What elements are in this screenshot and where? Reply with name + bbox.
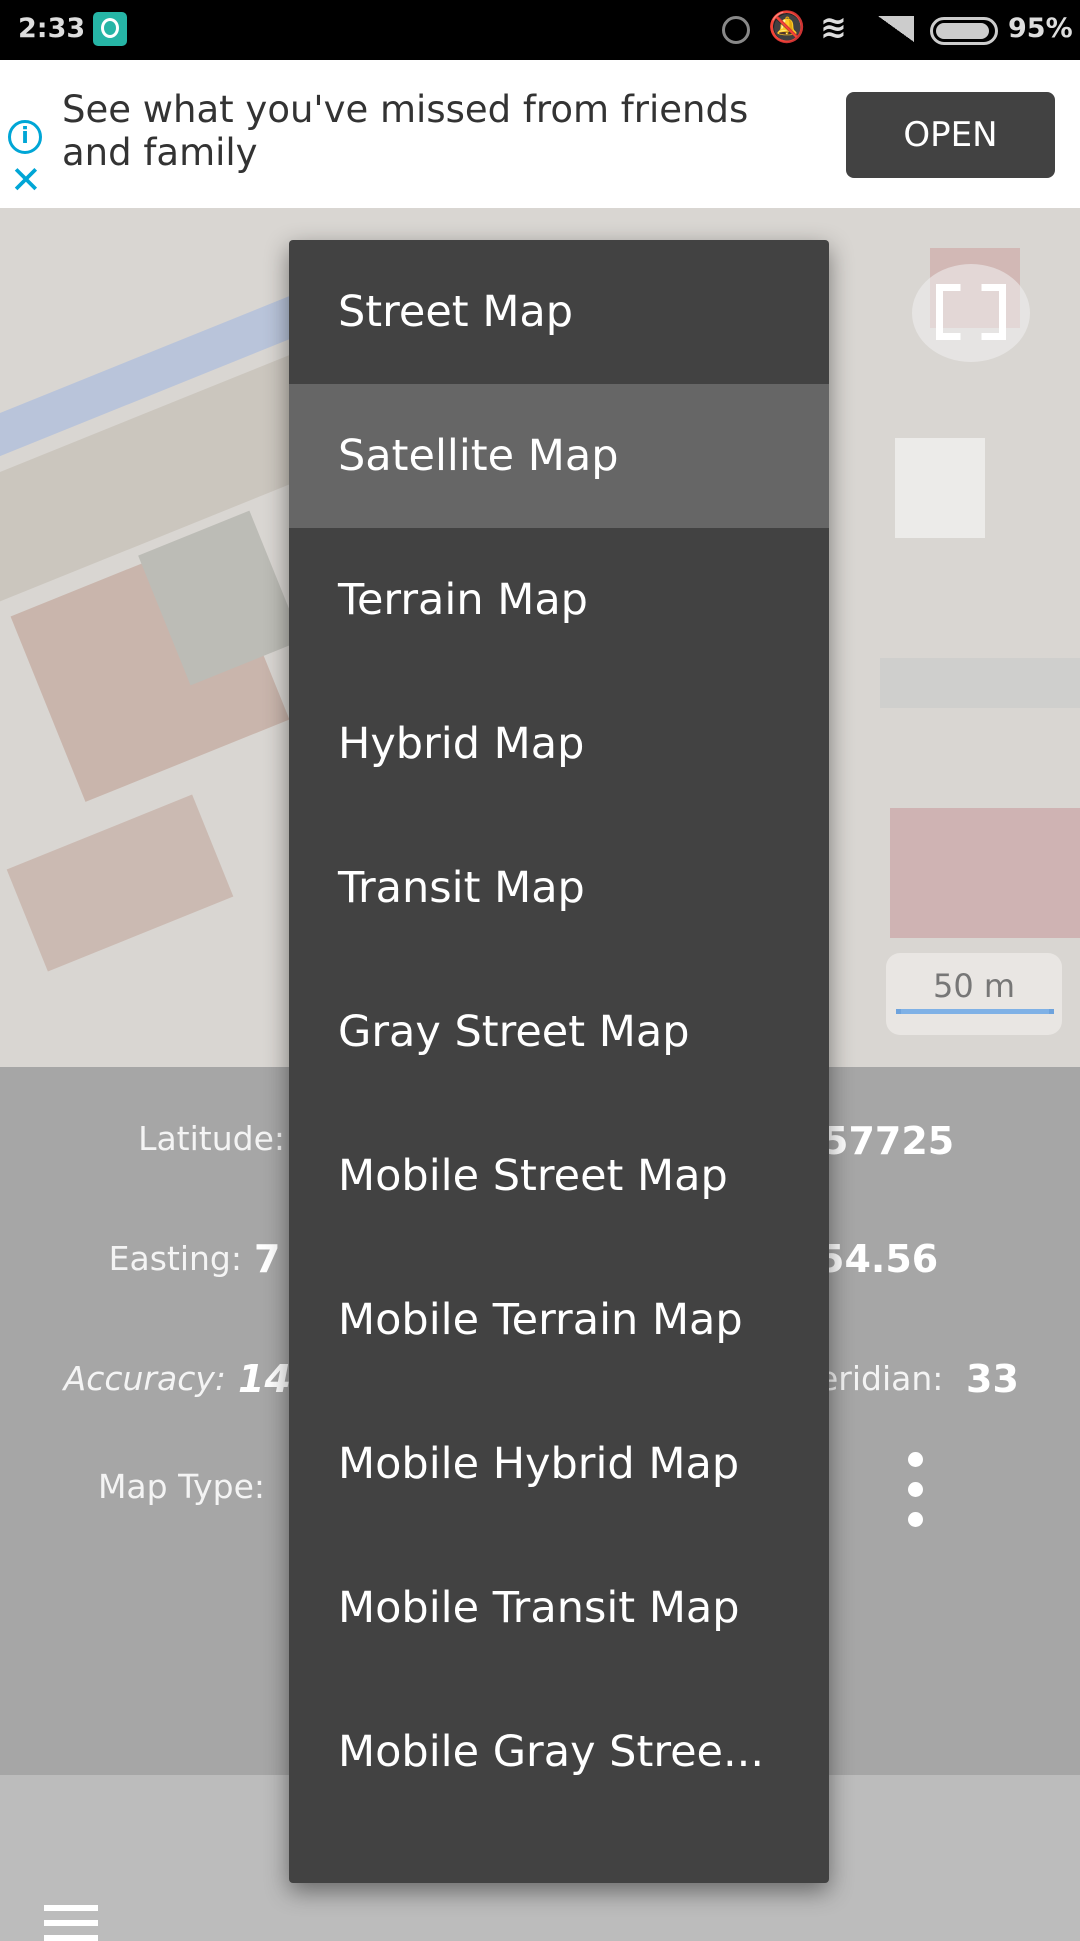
status-time: 2:33: [18, 13, 86, 44]
info-icon[interactable]: i: [8, 120, 42, 154]
hamburger-menu-icon[interactable]: [44, 1905, 98, 1941]
meridian-label: eridian:: [818, 1359, 944, 1398]
more-options-icon[interactable]: [904, 1452, 928, 1532]
meridian-value: 33: [966, 1357, 1019, 1401]
signal-icon: [878, 16, 914, 42]
easting-value: 7: [254, 1237, 281, 1281]
easting-label: Easting:: [108, 1239, 242, 1278]
latitude-value: 57725: [822, 1119, 955, 1163]
menu-item-street-map[interactable]: Street Map: [289, 240, 829, 384]
menu-item-transit-map[interactable]: Transit Map: [289, 816, 829, 960]
map-type-dropdown-menu[interactable]: Street Map Satellite Map Terrain Map Hyb…: [289, 240, 829, 1883]
close-icon[interactable]: ✕: [10, 158, 42, 202]
mute-icon: 🔕: [768, 10, 806, 45]
fullscreen-icon: [936, 284, 1006, 340]
wifi-icon: ≋: [820, 8, 847, 46]
battery-icon: [930, 17, 998, 45]
menu-item-mobile-street-map[interactable]: Mobile Street Map: [289, 1104, 829, 1248]
menu-item-gray-street-map[interactable]: Gray Street Map: [289, 960, 829, 1104]
menu-item-mobile-terrain-map[interactable]: Mobile Terrain Map: [289, 1248, 829, 1392]
app-notification-icon: [93, 12, 127, 46]
menu-item-mobile-transit-map[interactable]: Mobile Transit Map: [289, 1536, 829, 1680]
ad-banner[interactable]: i ✕ See what you've missed from friends …: [0, 60, 1080, 208]
status-bar: 2:33 🔕 ≋ 95%: [0, 0, 1080, 60]
menu-item-terrain-map[interactable]: Terrain Map: [289, 528, 829, 672]
map-type-label: Map Type:: [97, 1467, 265, 1506]
menu-item-satellite-map[interactable]: Satellite Map: [289, 384, 829, 528]
menu-item-mobile-hybrid-map[interactable]: Mobile Hybrid Map: [289, 1392, 829, 1536]
battery-percent: 95%: [1008, 13, 1073, 44]
scale-bar: 50 m: [886, 953, 1062, 1035]
ad-open-button[interactable]: OPEN: [846, 92, 1055, 178]
accuracy-label: Accuracy:: [63, 1359, 226, 1398]
latitude-label: Latitude:: [138, 1119, 285, 1158]
menu-item-hybrid-map[interactable]: Hybrid Map: [289, 672, 829, 816]
fullscreen-button[interactable]: [912, 264, 1030, 362]
hotspot-icon: [722, 16, 750, 44]
menu-item-mobile-gray-street-map[interactable]: Mobile Gray Stree...: [289, 1680, 829, 1824]
scale-label: 50 m: [932, 967, 1016, 1005]
northing-value: 54.56: [818, 1237, 939, 1281]
ad-text: See what you've missed from friends and …: [62, 88, 749, 174]
